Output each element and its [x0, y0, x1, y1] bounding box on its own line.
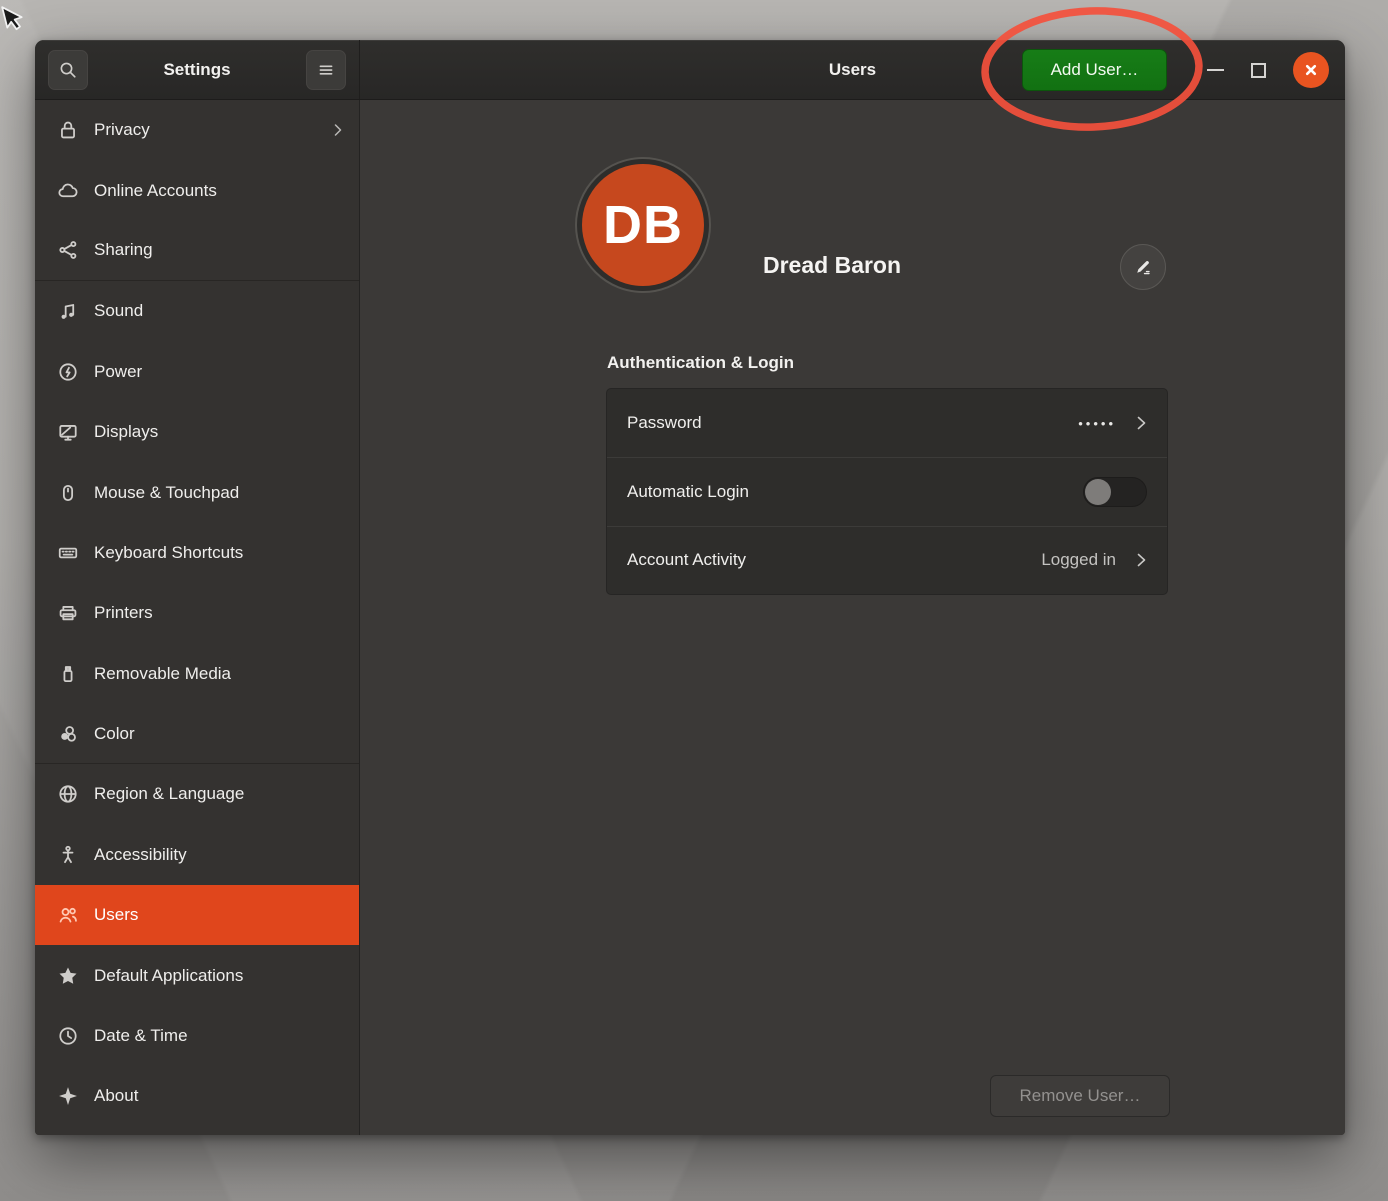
sidebar-item-label: Privacy — [94, 120, 150, 140]
sidebar-item-label: Online Accounts — [94, 181, 217, 201]
color-circles-icon — [57, 723, 79, 745]
account-activity-label: Account Activity — [627, 550, 746, 570]
minimize-button[interactable] — [1207, 69, 1224, 71]
sidebar-item-label: Sharing — [94, 240, 153, 260]
sidebar-item-displays[interactable]: Displays — [35, 402, 359, 462]
sidebar-item-date-time[interactable]: Date & Time — [35, 1006, 359, 1066]
sidebar-item-label: Power — [94, 362, 142, 382]
accessibility-icon — [57, 844, 79, 866]
sidebar-item-removable-media[interactable]: Removable Media — [35, 644, 359, 704]
sidebar-item-keyboard-shortcuts[interactable]: Keyboard Shortcuts — [35, 523, 359, 583]
titlebar: Settings Users Add User… — [35, 40, 1345, 100]
mouse-cursor — [0, 4, 26, 36]
settings-window: Settings Users Add User… Privacy — [35, 40, 1345, 1135]
users-panel: DB Dread Baron Authentication & Login Pa… — [361, 100, 1345, 1135]
sidebar: Privacy Online Accounts Sharing Sound Po… — [35, 100, 360, 1135]
add-user-button[interactable]: Add User… — [1022, 49, 1167, 91]
sidebar-item-about[interactable]: About — [35, 1066, 359, 1126]
chevron-right-icon — [333, 122, 343, 138]
clock-icon — [57, 1025, 79, 1047]
password-dots: ••••• — [1078, 416, 1116, 431]
remove-user-button[interactable]: Remove User… — [990, 1075, 1170, 1117]
sidebar-item-label: About — [94, 1086, 138, 1106]
music-note-icon — [57, 300, 79, 322]
lock-icon — [57, 119, 79, 141]
edit-name-button[interactable] — [1120, 244, 1166, 290]
avatar[interactable]: DB — [575, 157, 711, 293]
sparkle-icon — [57, 1085, 79, 1107]
pencil-icon — [1133, 257, 1153, 277]
hamburger-icon — [316, 60, 336, 80]
page-title: Users — [829, 60, 876, 80]
close-button[interactable] — [1293, 52, 1329, 88]
auth-section-heading: Authentication & Login — [607, 353, 794, 373]
sidebar-item-label: Sound — [94, 301, 143, 321]
sidebar-item-label: Date & Time — [94, 1026, 188, 1046]
sidebar-header: Settings — [35, 40, 360, 99]
sidebar-item-power[interactable]: Power — [35, 342, 359, 402]
menu-button[interactable] — [306, 50, 346, 90]
sidebar-item-default-applications[interactable]: Default Applications — [35, 945, 359, 1005]
chevron-right-icon — [1136, 414, 1147, 432]
usb-icon — [57, 663, 79, 685]
avatar-initials: DB — [582, 164, 704, 286]
toggle-knob — [1085, 479, 1111, 505]
sidebar-item-label: Removable Media — [94, 664, 231, 684]
sidebar-item-label: Displays — [94, 422, 158, 442]
globe-icon — [57, 783, 79, 805]
sidebar-item-label: Users — [94, 905, 138, 925]
sidebar-item-printers[interactable]: Printers — [35, 583, 359, 643]
window-controls — [1207, 40, 1329, 100]
user-full-name: Dread Baron — [763, 252, 901, 279]
sidebar-item-label: Mouse & Touchpad — [94, 483, 239, 503]
app-title: Settings — [163, 60, 230, 80]
mouse-icon — [57, 482, 79, 504]
printer-icon — [57, 602, 79, 624]
sidebar-item-region-language[interactable]: Region & Language — [35, 764, 359, 824]
sidebar-item-label: Printers — [94, 603, 153, 623]
sidebar-item-label: Keyboard Shortcuts — [94, 543, 243, 563]
star-icon — [57, 965, 79, 987]
maximize-button[interactable] — [1251, 63, 1266, 78]
power-icon — [57, 361, 79, 383]
search-button[interactable] — [48, 50, 88, 90]
sidebar-item-label: Accessibility — [94, 845, 187, 865]
sidebar-item-online-accounts[interactable]: Online Accounts — [35, 160, 359, 220]
sidebar-item-accessibility[interactable]: Accessibility — [35, 825, 359, 885]
keyboard-icon — [57, 542, 79, 564]
sidebar-item-label: Region & Language — [94, 784, 244, 804]
password-label: Password — [627, 413, 702, 433]
auth-card: Password ••••• Automatic Login Account A… — [606, 388, 1168, 595]
sidebar-item-sound[interactable]: Sound — [35, 281, 359, 341]
automatic-login-label: Automatic Login — [627, 482, 749, 502]
sidebar-item-users[interactable]: Users — [35, 885, 359, 945]
automatic-login-row: Automatic Login — [607, 457, 1167, 525]
main-header: Users Add User… — [360, 40, 1345, 99]
sidebar-item-label: Default Applications — [94, 966, 243, 986]
close-icon — [1302, 61, 1320, 79]
users-icon — [57, 904, 79, 926]
sidebar-item-label: Color — [94, 724, 135, 744]
account-activity-value: Logged in — [1041, 550, 1116, 570]
sidebar-item-sharing[interactable]: Sharing — [35, 221, 359, 281]
share-icon — [57, 239, 79, 261]
display-icon — [57, 421, 79, 443]
automatic-login-toggle[interactable] — [1083, 477, 1147, 507]
account-activity-row[interactable]: Account Activity Logged in — [607, 526, 1167, 594]
sidebar-item-color[interactable]: Color — [35, 704, 359, 764]
password-row[interactable]: Password ••••• — [607, 389, 1167, 457]
sidebar-item-mouse-touchpad[interactable]: Mouse & Touchpad — [35, 462, 359, 522]
sidebar-item-privacy[interactable]: Privacy — [35, 100, 359, 160]
search-icon — [58, 60, 78, 80]
chevron-right-icon — [1136, 551, 1147, 569]
cloud-icon — [57, 180, 79, 202]
